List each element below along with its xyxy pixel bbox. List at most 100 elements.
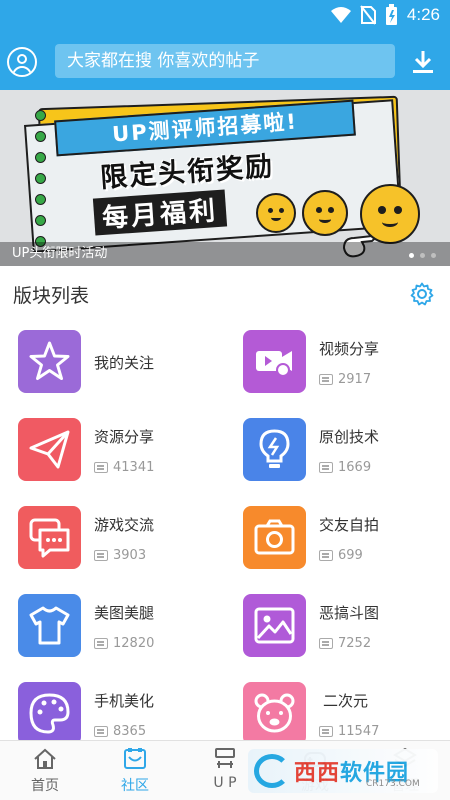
forum-item-beauty-pics[interactable]: 美图美腿 12820 [0, 584, 225, 672]
forum-name: 手机美化 [94, 692, 155, 710]
post-count-value: 699 [338, 548, 363, 563]
download-icon[interactable] [412, 50, 434, 74]
smiley-face-icon [256, 193, 296, 233]
up-icon [215, 748, 235, 768]
tshirt-icon [29, 606, 70, 645]
comment-icon [319, 638, 333, 649]
post-count: 699 [319, 548, 363, 563]
forum-item-game-talk[interactable]: 游戏交流 3903 [0, 496, 225, 584]
bear-face-icon [254, 693, 295, 733]
forum-tile [243, 330, 306, 393]
forum-tile [243, 418, 306, 481]
lightbulb-icon [259, 429, 290, 468]
comment-icon [319, 462, 333, 473]
paper-plane-icon [29, 430, 70, 469]
forum-item-selfie[interactable]: 交友自拍 699 [225, 496, 450, 584]
forum-name: 二次元 [323, 692, 369, 710]
forum-name: 原创技术 [319, 428, 380, 446]
tab-community[interactable]: 社区 [90, 741, 180, 800]
watermark-brand-part1: 西西 [294, 761, 341, 786]
forum-name: 美图美腿 [94, 604, 155, 622]
tab-label: 社区 [121, 778, 149, 794]
search-bar[interactable]: 大家都在搜 你喜欢的帖子 [55, 44, 395, 78]
forum-tile [18, 506, 81, 569]
watermark-logo-icon [254, 754, 290, 788]
banner-caption: UP头衔限时活动 [0, 242, 450, 266]
tab-label: 首页 [31, 778, 59, 794]
forum-item-video-share[interactable]: 视频分享 2917 [225, 320, 450, 408]
clock: 4:26 [406, 5, 440, 24]
comment-icon [94, 638, 108, 649]
forum-name: 恶搞斗图 [319, 604, 380, 622]
forum-name: 游戏交流 [94, 516, 155, 534]
post-count: 3903 [94, 548, 146, 563]
forum-name: 交友自拍 [319, 516, 380, 534]
forum-name: 视频分享 [319, 340, 380, 358]
smiley-face-icon [302, 190, 348, 236]
forum-item-my-follows[interactable]: 我的关注 [0, 320, 225, 408]
chat-bubbles-icon [29, 518, 70, 558]
forum-name: 我的关注 [94, 354, 155, 372]
forum-item-funny-memes[interactable]: 恶搞斗图 7252 [225, 584, 450, 672]
post-count-value: 2917 [338, 372, 372, 387]
battery-icon [385, 4, 397, 25]
user-avatar-icon[interactable] [7, 47, 37, 77]
post-count-value: 8365 [113, 724, 147, 739]
comment-icon [319, 374, 333, 385]
smiley-face-icon [360, 184, 420, 244]
search-placeholder: 大家都在搜 你喜欢的帖子 [67, 51, 260, 71]
banner-decoration-dots [35, 110, 46, 247]
camera-icon [254, 519, 295, 555]
post-count-value: 11547 [338, 724, 380, 739]
post-count-value: 12820 [113, 636, 155, 651]
post-count: 1669 [319, 460, 371, 475]
comment-icon [319, 550, 333, 561]
no-sim-icon [360, 5, 376, 25]
comment-icon [94, 550, 108, 561]
pager-dot [409, 253, 414, 258]
post-count-value: 41341 [113, 460, 155, 475]
status-bar: 4:26 [0, 0, 450, 32]
post-count-value: 3903 [113, 548, 147, 563]
post-count-value: 7252 [338, 636, 372, 651]
comment-icon [319, 726, 333, 737]
gear-icon[interactable] [410, 282, 434, 306]
forum-name: 资源分享 [94, 428, 155, 446]
post-count: 12820 [94, 636, 154, 651]
site-watermark: 西西软件园 CR173.COM [248, 749, 438, 793]
palette-icon [29, 693, 70, 734]
post-count: 41341 [94, 460, 154, 475]
home-icon [34, 748, 56, 769]
banner-pager [409, 253, 436, 258]
wifi-icon [330, 7, 351, 23]
forum-tile [243, 594, 306, 657]
post-count-value: 1669 [338, 460, 372, 475]
forum-item-original-tech[interactable]: 原创技术 1669 [225, 408, 450, 496]
post-count: 11547 [319, 724, 379, 739]
forum-tile [243, 682, 306, 745]
star-icon [29, 341, 70, 380]
post-count: 2917 [319, 372, 371, 387]
pager-dot [431, 253, 436, 258]
forum-tile [243, 506, 306, 569]
video-share-icon [256, 351, 292, 377]
tab-home[interactable]: 首页 [0, 741, 90, 800]
promo-banner[interactable]: UP测评师招募啦! 限定头衔奖励 每月福利 UP头衔限时活动 [0, 90, 450, 266]
comment-icon [94, 462, 108, 473]
forum-tile [18, 682, 81, 745]
forum-item-resource-share[interactable]: 资源分享 41341 [0, 408, 225, 496]
watermark-url: CR173.COM [366, 779, 420, 789]
post-count: 8365 [94, 724, 146, 739]
forum-tile [18, 594, 81, 657]
app-bar: 大家都在搜 你喜欢的帖子 [0, 32, 450, 90]
section-header: 版块列表 [0, 266, 450, 320]
status-icons: 4:26 [330, 4, 440, 26]
comment-icon [94, 726, 108, 737]
picture-icon [254, 607, 295, 644]
post-count: 7252 [319, 636, 371, 651]
community-icon [124, 748, 146, 769]
forum-tile [18, 330, 81, 393]
pager-dot [420, 253, 425, 258]
section-title: 版块列表 [13, 285, 90, 307]
forum-tile [18, 418, 81, 481]
